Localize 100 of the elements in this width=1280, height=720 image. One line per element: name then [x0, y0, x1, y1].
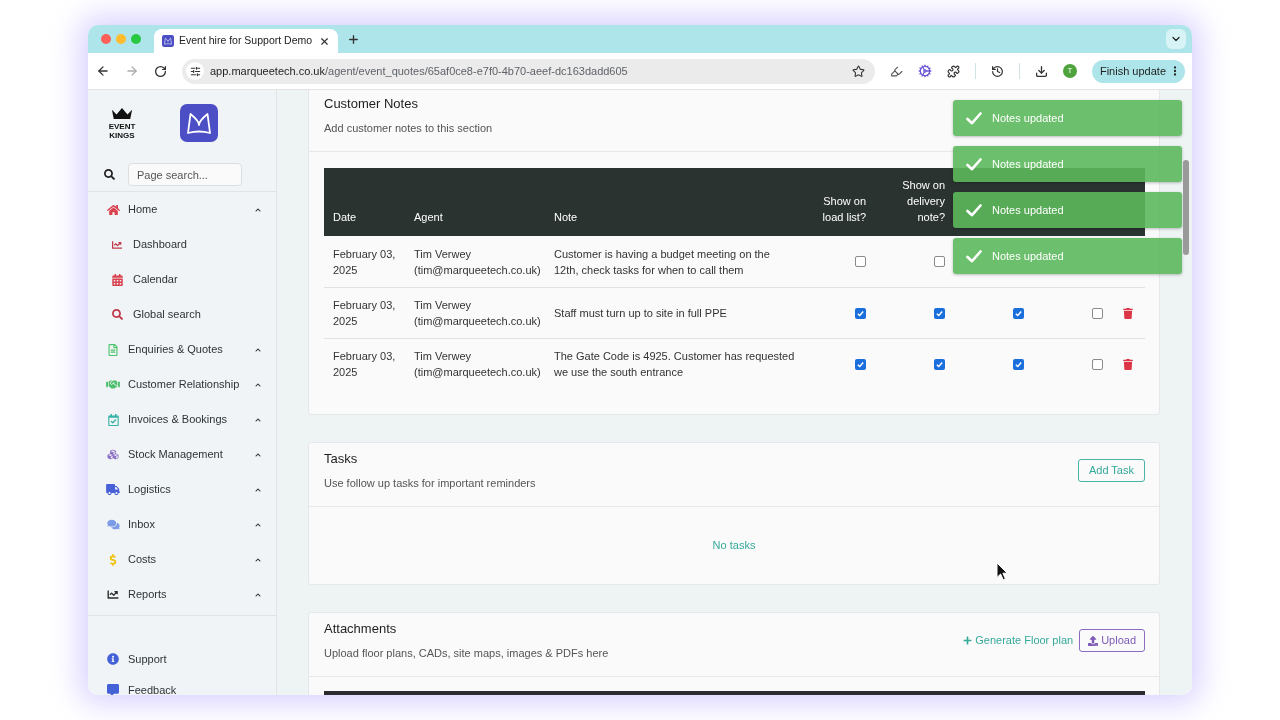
nav-item[interactable]: Customer Relationship	[88, 367, 276, 402]
column-header: Show on load list?	[821, 194, 867, 225]
document-icon	[108, 343, 118, 356]
checkbox[interactable]	[1013, 358, 1024, 370]
nav-item[interactable]: Dashboard	[88, 227, 276, 262]
house-icon	[106, 203, 120, 216]
truck-icon	[106, 484, 120, 495]
mouse-pointer-icon	[996, 562, 1008, 581]
card-title: Tasks	[324, 450, 359, 468]
info-icon	[107, 653, 119, 665]
line-chart-icon	[107, 589, 119, 600]
chevron-up-icon	[254, 556, 262, 563]
puzzle-piece-icon[interactable]	[946, 64, 960, 78]
checkbox[interactable]	[934, 307, 945, 319]
search-icon	[111, 309, 123, 320]
checkbox[interactable]	[934, 358, 945, 370]
close-icon[interactable]	[319, 35, 330, 47]
table-cell-text: Staff must turn up to site in full PPE	[553, 306, 728, 321]
chevron-up-icon	[254, 346, 262, 353]
column-header: Agent	[413, 210, 444, 225]
crown-icon	[111, 107, 133, 120]
checkmark-icon	[966, 203, 982, 217]
search-icon	[104, 169, 115, 180]
toast-message: Notes updated	[992, 110, 1064, 126]
card-subtitle: Upload floor plans, CADs, site maps, images & PDFs here	[324, 646, 609, 661]
handshake-icon	[106, 379, 120, 390]
new-tab-icon[interactable]	[347, 32, 360, 46]
chevron-up-icon	[254, 206, 262, 213]
checkbox[interactable]	[934, 256, 945, 267]
checkmark-icon	[966, 111, 982, 125]
table-cell-text: February 03, 2025	[332, 246, 397, 278]
toast-message: Notes updated	[992, 248, 1064, 264]
plus-icon	[963, 636, 973, 645]
cog-icon[interactable]	[917, 64, 932, 78]
table-cell-text: Tim Verwey (tim@marqueetech.co.uk)	[413, 349, 542, 380]
chevron-up-icon	[254, 486, 262, 493]
column-header: Date	[332, 210, 358, 225]
nav-item[interactable]: Home	[88, 192, 276, 227]
chat-bubbles-icon	[106, 519, 120, 530]
checkmark-icon	[966, 249, 982, 263]
nav-item[interactable]: Reports	[88, 577, 276, 612]
app-logo-icon	[162, 35, 174, 47]
toast-message: Notes updated	[992, 156, 1064, 172]
chevron-up-icon	[254, 451, 262, 458]
bookmark-star-icon[interactable]	[851, 64, 865, 78]
nav-item[interactable]: Logistics	[88, 472, 276, 507]
dollar-icon	[109, 553, 117, 566]
site-settings-icon[interactable]	[186, 62, 204, 80]
nav-item[interactable]: Stock Management	[88, 437, 276, 472]
highlighter-icon[interactable]	[889, 64, 903, 78]
browser-tab[interactable]: Event hire for Support Demo	[154, 29, 338, 53]
table-cell-text: Tim Verwey (tim@marqueetech.co.uk)	[413, 298, 542, 329]
chevron-up-icon	[254, 521, 262, 528]
trash-icon[interactable]	[1122, 358, 1133, 370]
address-bar[interactable]: app.marqueetech.co.uk/agent/event_quotes/65af0ce8-e7f0-4b70-aeef-dc163dadd605	[182, 58, 875, 84]
nav-item[interactable]: Enquiries & Quotes	[88, 332, 276, 367]
card-title: Attachments	[324, 620, 398, 638]
upload-button[interactable]: Upload	[1079, 629, 1145, 652]
nav-item[interactable]: Support	[88, 643, 276, 675]
card-title: Customer Notes	[324, 95, 419, 113]
search-field[interactable]: Page search...	[128, 163, 242, 186]
checkbox[interactable]	[1092, 307, 1103, 319]
brand-name: EVENT KINGS	[108, 122, 136, 140]
cubes-icon	[107, 449, 119, 460]
scrollbar-thumb[interactable]	[1183, 160, 1189, 255]
calendar-check-icon	[107, 413, 119, 426]
checkbox[interactable]	[1092, 358, 1103, 370]
nav-item[interactable]: Global search	[88, 297, 276, 332]
checkbox[interactable]	[1013, 307, 1024, 319]
table-cell-text: February 03, 2025	[332, 298, 397, 329]
column-header: Show on delivery note?	[901, 178, 946, 225]
reload-icon[interactable]	[154, 64, 167, 78]
column-header: Note	[553, 210, 579, 225]
calendar-icon	[111, 273, 123, 286]
checkbox[interactable]	[855, 307, 866, 319]
nav-item[interactable]: Feedback	[88, 675, 276, 695]
table-cell-text: Customer is having a budget meeting on the 12th, check tasks for when to call them	[553, 246, 771, 278]
upload-icon	[1088, 635, 1099, 646]
tab-list-button[interactable]	[1166, 29, 1186, 49]
speech-bubble-icon	[107, 684, 119, 695]
app-logo-icon	[180, 104, 218, 142]
nav-item[interactable]: Calendar	[88, 262, 276, 297]
card-subtitle: Use follow up tasks for important reminders	[324, 476, 536, 491]
nav-item[interactable]: Inbox	[88, 507, 276, 542]
finish-update-button[interactable]: Finish update	[1091, 59, 1185, 83]
checkmark-icon	[966, 157, 982, 171]
table-cell-text: Tim Verwey (tim@marqueetech.co.uk)	[413, 246, 542, 278]
empty-state-text: No tasks	[712, 538, 756, 554]
checkbox[interactable]	[855, 256, 866, 267]
checkbox[interactable]	[855, 358, 866, 370]
nav-item[interactable]: Costs	[88, 542, 276, 577]
line-chart-icon	[111, 239, 123, 250]
download-icon[interactable]	[1034, 64, 1048, 78]
chevron-up-icon	[254, 416, 262, 423]
nav-item[interactable]: Invoices & Bookings	[88, 402, 276, 437]
table-cell-text: February 03, 2025	[332, 349, 397, 380]
table-cell-text: The Gate Code is 4925. Customer has requested we use the south entrance	[553, 349, 796, 380]
chevron-up-icon	[254, 381, 262, 388]
trash-icon[interactable]	[1122, 307, 1133, 319]
history-icon[interactable]	[990, 64, 1004, 78]
